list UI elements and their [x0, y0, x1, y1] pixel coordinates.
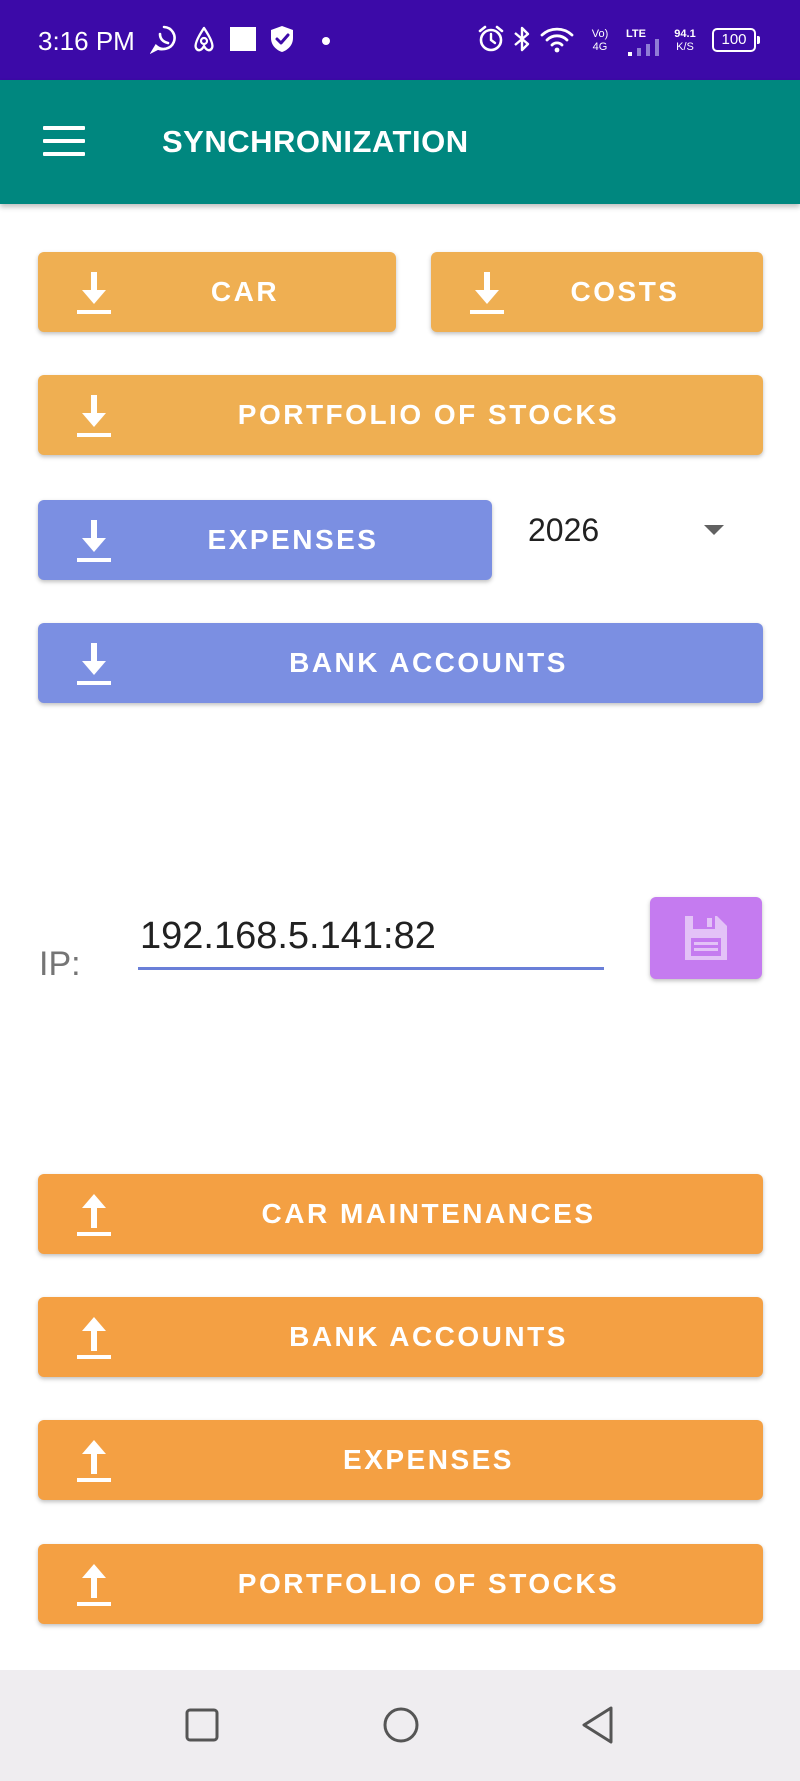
battery-indicator: 100: [712, 28, 760, 52]
net-speed-value: 94.1: [674, 28, 696, 40]
download-expenses-label: EXPENSES: [207, 524, 379, 555]
alarm-icon: [478, 25, 504, 52]
bluetooth-icon: [514, 26, 530, 52]
save-ip-button[interactable]: [650, 897, 762, 979]
shield-icon: [271, 26, 293, 52]
page-title: SYNCHRONIZATION: [162, 124, 469, 159]
net-type-bottom: 4G: [592, 41, 608, 53]
upload-bank-accounts-button[interactable]: BANK ACCOUNTS: [38, 1297, 763, 1377]
download-costs-label: COSTS: [570, 276, 680, 307]
download-portfolio-button[interactable]: PORTFOLIO OF STOCKS: [38, 375, 763, 455]
upload-bank-accounts-label: BANK ACCOUNTS: [289, 1321, 568, 1352]
system-nav-bar: [0, 1670, 800, 1781]
menu-icon[interactable]: [43, 126, 85, 158]
upload-expenses-label: EXPENSES: [343, 1444, 514, 1475]
download-costs-button[interactable]: COSTS: [431, 252, 763, 332]
status-time: 3:16 PM: [38, 26, 135, 56]
upload-portfolio-button[interactable]: PORTFOLIO OF STOCKS: [38, 1544, 763, 1624]
download-portfolio-label: PORTFOLIO OF STOCKS: [237, 399, 620, 430]
status-bar: 3:16 PM Vo) 4G LTE 94.1 K/S 100: [0, 0, 800, 80]
back-icon[interactable]: [571, 1698, 625, 1752]
home-icon[interactable]: [374, 1698, 428, 1752]
upload-portfolio-label: PORTFOLIO OF STOCKS: [237, 1568, 620, 1599]
notification-dot: [322, 37, 330, 45]
recent-apps-icon[interactable]: [175, 1698, 229, 1752]
signal-icon: [628, 39, 659, 56]
chevron-down-icon: [704, 525, 724, 535]
download-car-button[interactable]: CAR: [38, 252, 396, 332]
ip-address-input[interactable]: [138, 906, 604, 970]
download-expenses-button[interactable]: EXPENSES: [38, 500, 492, 580]
airbnb-icon: [194, 26, 214, 52]
download-bank-accounts-label: BANK ACCOUNTS: [289, 647, 568, 678]
whatsapp-icon: [150, 25, 176, 54]
ip-label: IP:: [39, 945, 81, 983]
net-speed-unit: K/S: [676, 41, 694, 53]
app-bar: SYNCHRONIZATION: [0, 80, 800, 204]
upload-car-maintenances-button[interactable]: CAR MAINTENANCES: [38, 1174, 763, 1254]
square-icon: [230, 27, 256, 51]
download-car-label: CAR: [210, 276, 280, 307]
phone-screen: 3:16 PM Vo) 4G LTE 94.1 K/S 100 SYNCHRON…: [0, 0, 800, 1781]
upload-car-maintenances-label: CAR MAINTENANCES: [261, 1198, 596, 1229]
save-icon: [685, 916, 727, 960]
year-select-value: 2026: [528, 512, 600, 548]
upload-expenses-button[interactable]: EXPENSES: [38, 1420, 763, 1500]
year-select[interactable]: 2026: [510, 490, 742, 570]
net-type-top: Vo): [591, 28, 609, 40]
wifi-icon: [540, 27, 574, 53]
download-bank-accounts-button[interactable]: BANK ACCOUNTS: [38, 623, 763, 703]
battery-level: 100: [721, 31, 747, 48]
sync-content: CAR COSTS PORTFOLIO OF STOCKS EXPENSES 2…: [0, 204, 800, 1670]
